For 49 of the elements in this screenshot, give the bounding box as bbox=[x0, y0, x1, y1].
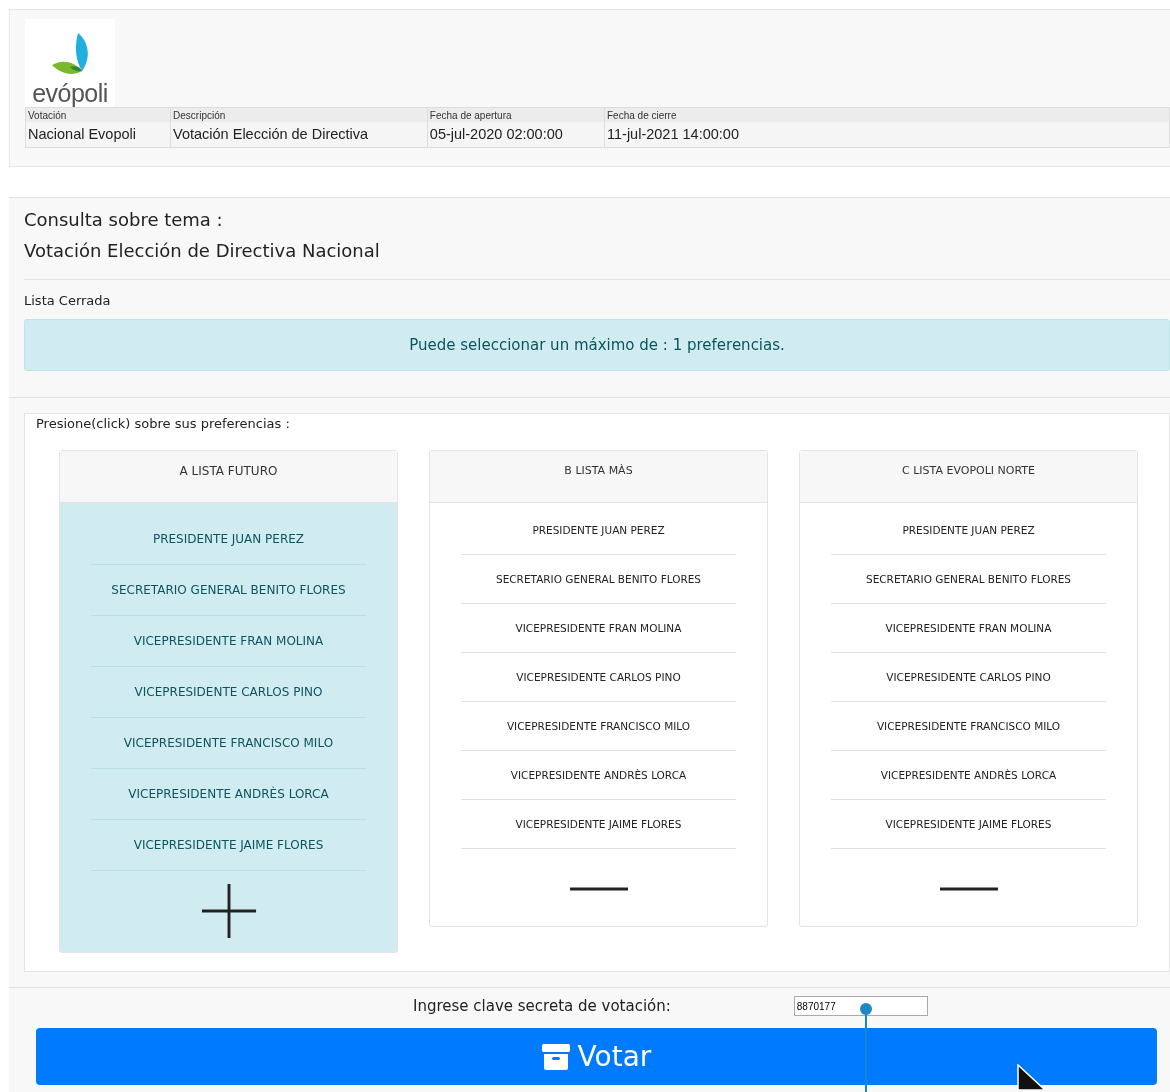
password-field[interactable]: 8870177 bbox=[793, 996, 928, 1016]
candidate-name: VICEPRESIDENTE FRAN MOLINA bbox=[831, 604, 1106, 653]
candidate-name: PRESIDENTE JUAN PEREZ bbox=[91, 514, 366, 565]
candidate-name: SECRETARIO GENERAL BENITO FLORES bbox=[91, 565, 366, 616]
candidate-name: VICEPRESIDENTE FRANCISCO MILO bbox=[831, 702, 1106, 751]
candidate-name: VICEPRESIDENTE FRANCISCO MILO bbox=[91, 718, 366, 769]
table-cell: Nacional Evopoli bbox=[25, 122, 171, 148]
candidate-name: VICEPRESIDENTE JAIME FLORES bbox=[91, 820, 366, 871]
plus-icon bbox=[199, 882, 258, 940]
candidate-name: VICEPRESIDENTE CARLOS PINO bbox=[831, 653, 1106, 702]
candidate-name: SECRETARIO GENERAL BENITO FLORES bbox=[831, 555, 1106, 604]
candidate-name: VICEPRESIDENTE CARLOS PINO bbox=[461, 653, 736, 702]
minus-icon bbox=[939, 887, 998, 891]
candidate-name: VICEPRESIDENTE FRAN MOLINA bbox=[461, 604, 736, 653]
logo-text: evópoli bbox=[32, 79, 108, 107]
candidate-name: VICEPRESIDENTE FRANCISCO MILO bbox=[461, 702, 736, 751]
password-label: Ingrese clave secreta de votación: bbox=[413, 997, 671, 1015]
info-alert: Puede seleccionar un máximo de : 1 preferencias. bbox=[24, 319, 1170, 371]
vote-button[interactable]: Votar bbox=[36, 1028, 1157, 1085]
column-header: Votación bbox=[25, 107, 171, 122]
column-header: Descripción bbox=[170, 107, 428, 122]
candidate-name: SECRETARIO GENERAL BENITO FLORES bbox=[461, 555, 736, 604]
topic-title: Votación Elección de Directiva Nacional bbox=[24, 239, 1170, 280]
list-title: A LISTA FUTURO bbox=[60, 451, 397, 503]
candidate-name: PRESIDENTE JUAN PEREZ bbox=[831, 506, 1106, 555]
section-heading: Consulta sobre tema : bbox=[24, 208, 224, 232]
candidate-name: PRESIDENTE JUAN PEREZ bbox=[461, 506, 736, 555]
table-cell: Votación Elección de Directiva bbox=[170, 122, 428, 148]
list-card[interactable] bbox=[429, 450, 768, 927]
candidate-name: VICEPRESIDENTE ANDRÈS LORCA bbox=[831, 751, 1106, 800]
column-header: Fecha de cierre bbox=[604, 107, 1170, 122]
candidate-name: VICEPRESIDENTE CARLOS PINO bbox=[91, 667, 366, 718]
candidate-name: VICEPRESIDENTE JAIME FLORES bbox=[831, 800, 1106, 849]
candidate-name: VICEPRESIDENTE ANDRÈS LORCA bbox=[461, 751, 736, 800]
table-cell: 11-jul-2021 14:00:00 bbox=[604, 122, 1170, 148]
table-cell: 05-jul-2020 02:00:00 bbox=[427, 122, 605, 148]
column-header: Fecha de apertura bbox=[427, 107, 605, 122]
candidate-name: VICEPRESIDENTE FRAN MOLINA bbox=[91, 616, 366, 667]
candidate-name: VICEPRESIDENTE JAIME FLORES bbox=[461, 800, 736, 849]
pin-marker-icon bbox=[859, 1002, 873, 1092]
list-card[interactable] bbox=[59, 450, 398, 953]
archive-icon bbox=[541, 1043, 570, 1070]
list-type-label: Lista Cerrada bbox=[24, 293, 112, 308]
list-title: B LISTA MÀS bbox=[430, 451, 767, 503]
minus-icon bbox=[569, 887, 628, 891]
instruction-text: Presione(click) sobre sus preferencias : bbox=[35, 415, 291, 432]
list-card[interactable] bbox=[799, 450, 1138, 927]
candidate-name: VICEPRESIDENTE ANDRÈS LORCA bbox=[91, 769, 366, 820]
list-title: C LISTA EVOPOLI NORTE bbox=[800, 451, 1137, 503]
